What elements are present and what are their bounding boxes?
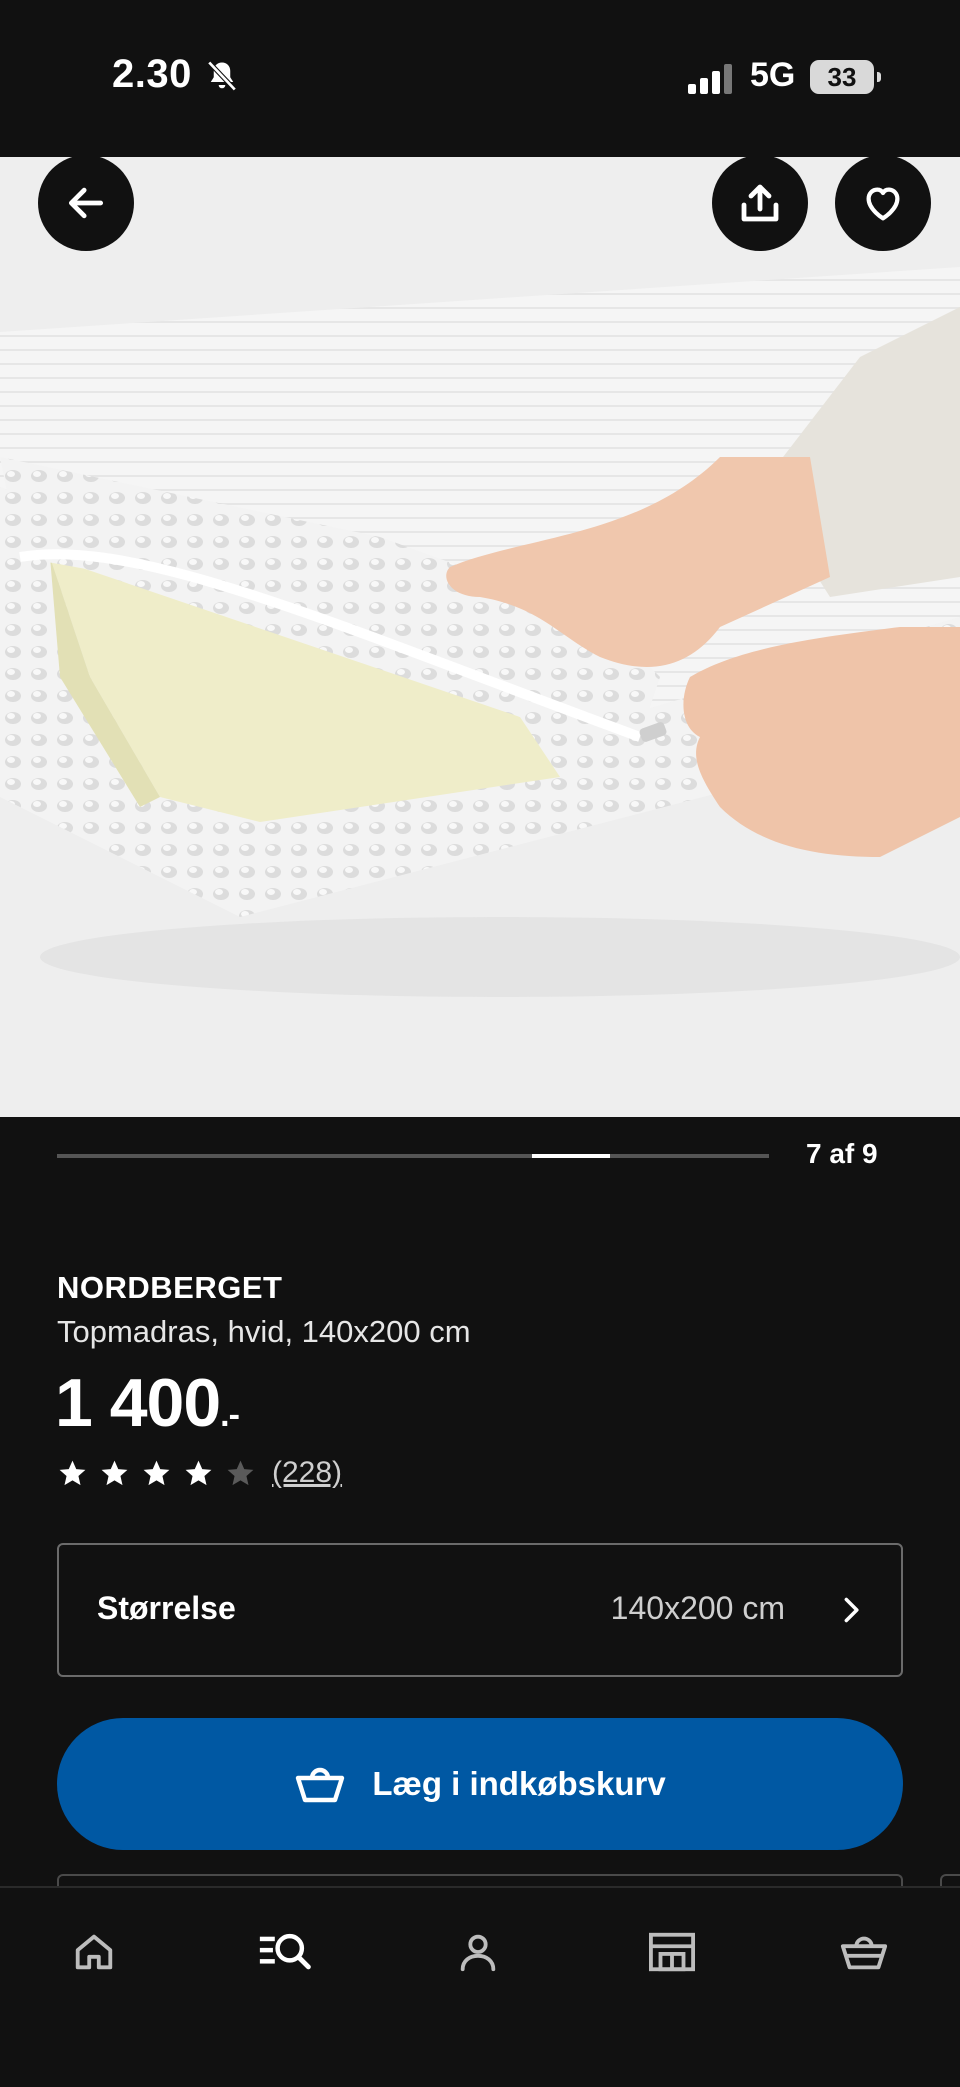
product-image[interactable]: [0, 157, 960, 1117]
carousel-progress: [57, 1154, 769, 1158]
product-description: Topmadras, hvid, 140x200 cm: [57, 1314, 471, 1349]
size-selector[interactable]: Størrelse 140x200 cm: [57, 1543, 903, 1677]
back-button[interactable]: [38, 157, 134, 251]
signal-icon: [688, 64, 732, 94]
bottom-navigation: [0, 1886, 960, 2087]
size-value: 140x200 cm: [610, 1590, 785, 1626]
profile-icon: [460, 1934, 496, 1972]
star-icon: [143, 1460, 170, 1486]
carousel-progress-thumb: [532, 1154, 610, 1158]
nav-profile[interactable]: [446, 1920, 510, 1984]
share-icon: [741, 184, 779, 222]
add-to-cart-button[interactable]: Læg i indkøbskurv: [57, 1718, 903, 1850]
chevron-right-icon: [844, 1597, 859, 1623]
search-icon: [259, 1933, 311, 1970]
star-icon: [185, 1460, 212, 1486]
size-label: Størrelse: [97, 1590, 236, 1626]
basket-icon: [840, 1936, 888, 1970]
product-photo: [0, 157, 960, 1117]
share-button[interactable]: [712, 157, 808, 251]
heart-icon: [866, 187, 900, 221]
basket-icon: [296, 1767, 345, 1803]
add-to-cart-label: Læg i indkøbskurv: [372, 1765, 666, 1802]
product-name: NORDBERGET: [57, 1270, 283, 1305]
nav-search[interactable]: [254, 1920, 318, 1984]
carousel-counter: 7 af 9: [806, 1138, 878, 1169]
nav-home[interactable]: [62, 1920, 126, 1984]
store-icon: [649, 1932, 695, 1972]
nav-basket[interactable]: [832, 1920, 896, 1984]
nav-store[interactable]: [640, 1920, 704, 1984]
status-bar: 2.30 5G 33: [0, 0, 960, 157]
review-count-link[interactable]: (228): [272, 1456, 342, 1490]
bell-muted-icon: [207, 60, 237, 92]
star-empty-icon: [227, 1460, 254, 1486]
network-type: 5G: [750, 56, 796, 94]
price-value: 1 400: [55, 1365, 221, 1441]
price-suffix: .-: [220, 1396, 240, 1434]
product-price: 1 400.-: [55, 1364, 240, 1442]
battery-icon: 33: [810, 60, 881, 94]
rating-stars[interactable]: [57, 1458, 256, 1489]
home-icon: [75, 1934, 113, 1970]
star-icon: [59, 1460, 86, 1486]
favorite-button[interactable]: [835, 157, 931, 251]
star-icon: [101, 1460, 128, 1486]
back-arrow-icon: [68, 187, 104, 219]
status-time: 2.30: [112, 52, 192, 96]
